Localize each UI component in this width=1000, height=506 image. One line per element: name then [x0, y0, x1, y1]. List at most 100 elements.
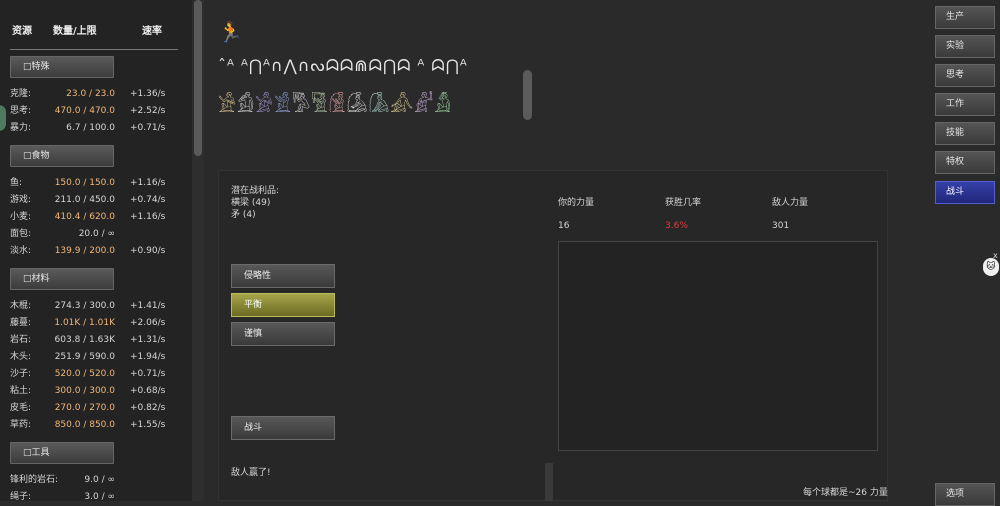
resource-rate: +1.16/s: [130, 212, 166, 222]
resource-row: 岩石: 603.8 / 1.63K +1.31/s: [10, 333, 190, 347]
resource-scrollbar[interactable]: [192, 0, 204, 501]
glyph-char: 𓀇: [346, 93, 369, 117]
resource-row: 木棍: 274.3 / 300.0 +1.41/s: [10, 299, 190, 313]
resource-amount: 470.0 / 470.0: [54, 106, 115, 116]
resource-amount: 603.8 / 1.63K: [54, 335, 115, 345]
nav-thinking[interactable]: 思考: [935, 64, 995, 87]
resource-amount: 520.0 / 520.0: [54, 369, 115, 379]
resource-amount: 23.0 / 23.0: [66, 89, 115, 99]
glyph-line-1: ˆᴬ ᴬ⋂ᴬ∩⋀∩ᔓᗣᗣ⋒ᗣ⋂ᗣ ᴬ ᗣ⋂ᴬ: [218, 56, 468, 75]
resource-amount: 300.0 / 300.0: [54, 386, 115, 396]
nav-production[interactable]: 生产: [935, 6, 995, 29]
battle-visual-area: [558, 241, 878, 451]
resource-name: 藤蔓:: [10, 318, 32, 328]
resource-amount: 150.0 / 150.0: [54, 178, 115, 188]
nav-experiments[interactable]: 实验: [935, 35, 995, 58]
resource-name: 面包:: [10, 229, 32, 239]
stance-balanced-button[interactable]: 平衡: [231, 293, 335, 317]
glyph-char: 𓀄: [292, 93, 312, 117]
resource-row: 藤蔓: 1.01K / 1.01K +2.06/s: [10, 316, 190, 330]
resource-rate: +2.52/s: [130, 106, 166, 116]
glyph-char: 𓀋: [434, 93, 452, 117]
resource-name: 小麦:: [10, 212, 32, 222]
resource-name: 克隆:: [10, 89, 32, 99]
banner-scrollbar[interactable]: [523, 70, 532, 120]
header-amount: 数量/上限: [53, 26, 97, 37]
glyph-char: 𓀅: [311, 93, 329, 117]
resource-rate: +1.36/s: [130, 89, 166, 99]
resource-amount: 1.01K / 1.01K: [54, 318, 115, 328]
resource-name: 暴力:: [10, 123, 32, 133]
resource-name: 鱼:: [10, 178, 23, 188]
resource-row: 沙子: 520.0 / 520.0 +0.71/s: [10, 367, 190, 381]
resource-amount: 20.0 / ∞: [78, 229, 115, 239]
resource-rate: +0.71/s: [130, 123, 166, 133]
resource-amount: 9.0 / ∞: [84, 475, 115, 485]
cat-icon[interactable]: 🐱: [983, 258, 999, 276]
nav-privileges[interactable]: 特权: [935, 151, 995, 174]
side-handle[interactable]: [0, 105, 6, 131]
resource-name: 游戏:: [10, 195, 32, 205]
resource-rate: +1.41/s: [130, 301, 166, 311]
glyph-char: 𓀉: [390, 93, 415, 117]
resource-amount: 251.9 / 590.0: [54, 352, 115, 362]
glyph-char: 𓀊: [414, 93, 435, 117]
battle-scrollbar[interactable]: [545, 463, 553, 501]
resource-row: 思考: 470.0 / 470.0 +2.52/s: [10, 104, 190, 118]
resource-rate: +1.55/s: [130, 420, 166, 430]
resource-row: 淡水: 139.9 / 200.0 +0.90/s: [10, 244, 190, 258]
resource-rate: +0.90/s: [130, 246, 166, 256]
resource-name: 木头:: [10, 352, 32, 362]
glyph-char: 𓀁: [236, 93, 256, 117]
resource-name: 锋利的岩石:: [10, 475, 59, 485]
loot-item: 矛 (4): [231, 210, 256, 220]
ball-power-note: 每个球都是~26 力量: [803, 488, 888, 498]
glyph-char: 𓀈: [368, 93, 391, 117]
glyph-char: 𓀆: [328, 93, 347, 117]
resource-row: 绳子: 3.0 / ∞: [10, 490, 190, 501]
resource-name: 木棍:: [10, 301, 32, 311]
resource-row: 粘土: 300.0 / 300.0 +0.68/s: [10, 384, 190, 398]
resource-row: 鱼: 150.0 / 150.0 +1.16/s: [10, 176, 190, 190]
resource-name: 淡水:: [10, 246, 32, 256]
category-toggle-button[interactable]: □特殊: [10, 56, 114, 78]
resource-amount: 850.0 / 850.0: [54, 420, 115, 430]
resource-panel: 资源 数量/上限 速率 □特殊 克隆: 23.0 / 23.0 +1.36/s 思考: 4…: [0, 0, 192, 501]
scroll-thumb[interactable]: [194, 0, 202, 156]
stance-aggressive-button[interactable]: 侵略性: [231, 264, 335, 288]
resource-row: 木头: 251.9 / 590.0 +1.94/s: [10, 350, 190, 364]
header-divider: [10, 49, 178, 50]
resource-amount: 211.0 / 450.0: [54, 195, 115, 205]
resource-rate: +2.06/s: [130, 318, 166, 328]
resource-amount: 274.3 / 300.0: [54, 301, 115, 311]
fight-button[interactable]: 战斗: [231, 416, 335, 440]
nav-skills[interactable]: 技能: [935, 122, 995, 145]
glyph-banner: 🏃 ˆᴬ ᴬ⋂ᴬ∩⋀∩ᔓᗣᗣ⋒ᗣ⋂ᗣ ᴬ ᗣ⋂ᴬ 𓀀𓀁𓀂𓀃𓀄𓀅𓀆𓀇𓀈𓀉𓀊𓀋: [218, 20, 518, 120]
resource-row: 皮毛: 270.0 / 270.0 +0.82/s: [10, 401, 190, 415]
resource-name: 岩石:: [10, 335, 32, 345]
resource-row: 暴力: 6.7 / 100.0 +0.71/s: [10, 121, 190, 135]
win-chance-value: 3.6%: [665, 221, 688, 231]
glyph-line-2: 𓀀𓀁𓀂𓀃𓀄𓀅𓀆𓀇𓀈𓀉𓀊𓀋: [218, 86, 452, 119]
glyph-line-2-text: 𓀀𓀁𓀂𓀃𓀄𓀅𓀆𓀇𓀈𓀉𓀊𓀋: [218, 93, 452, 117]
nav-battle[interactable]: 战斗: [935, 181, 995, 204]
resource-rate: +1.16/s: [130, 178, 166, 188]
resource-amount: 6.7 / 100.0: [66, 123, 115, 133]
nav-work[interactable]: 工作: [935, 93, 995, 116]
resource-row: 锋利的岩石: 9.0 / ∞: [10, 473, 190, 487]
resource-name: 思考:: [10, 106, 32, 116]
stance-cautious-button[interactable]: 谨慎: [231, 322, 335, 346]
main-nav: 生产 实验 思考 工作 技能 特权 战斗 选项: [930, 0, 1000, 506]
resource-name: 草药:: [10, 420, 32, 430]
nav-options[interactable]: 选项: [935, 483, 995, 506]
category-toggle-button[interactable]: □食物: [10, 145, 114, 167]
category-toggle-button[interactable]: □工具: [10, 442, 114, 464]
resource-rate: +0.71/s: [130, 369, 166, 379]
resource-row: 游戏: 211.0 / 450.0 +0.74/s: [10, 193, 190, 207]
category-toggle-button[interactable]: □材料: [10, 268, 114, 290]
glyph-char: 𓀂: [255, 93, 275, 117]
header-resource: 资源: [12, 26, 32, 37]
resource-row: 面包: 20.0 / ∞: [10, 227, 190, 241]
resource-amount: 3.0 / ∞: [84, 492, 115, 501]
win-chance-label: 获胜几率: [665, 198, 702, 208]
